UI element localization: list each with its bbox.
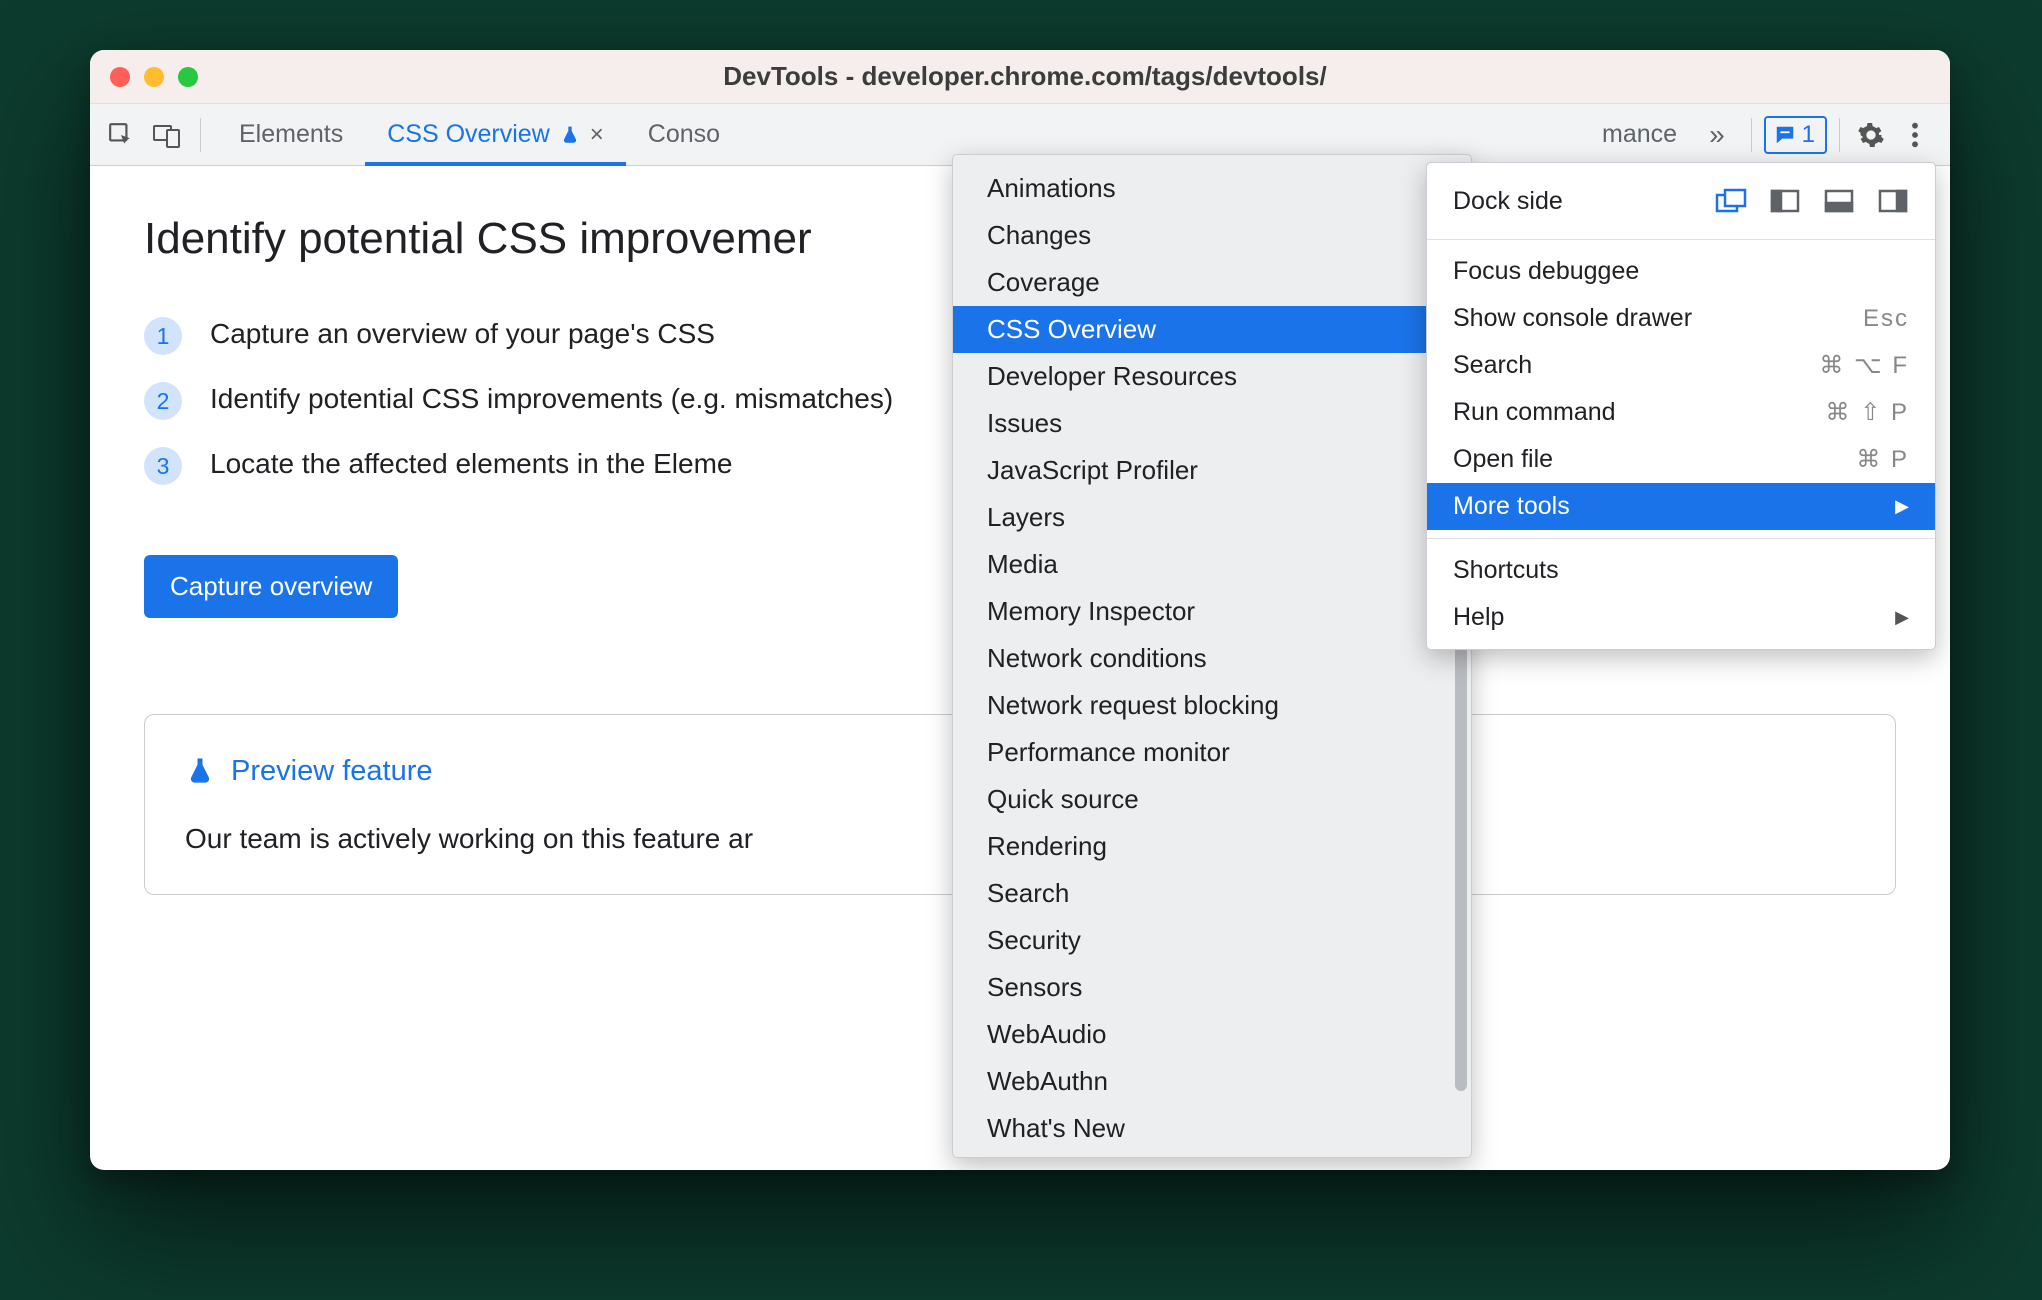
menu-item[interactable]: Run command⌘ ⇧ P (1427, 389, 1935, 436)
menu-item[interactable]: Open file⌘ P (1427, 436, 1935, 483)
menu-item[interactable]: Show console drawerEsc (1427, 295, 1935, 342)
submenu-item[interactable]: Coverage (953, 259, 1453, 306)
submenu-item[interactable]: Animations (953, 165, 1453, 212)
submenu-item[interactable]: Network conditions (953, 635, 1453, 682)
window-title: DevTools - developer.chrome.com/tags/dev… (198, 61, 1930, 92)
traffic-lights (110, 67, 198, 87)
tab-console[interactable]: Conso (626, 104, 742, 165)
titlebar: DevTools - developer.chrome.com/tags/dev… (90, 50, 1950, 104)
device-toggle-icon[interactable] (148, 116, 186, 154)
settings-gear-icon[interactable] (1852, 116, 1890, 154)
dock-undock-icon[interactable] (1711, 185, 1751, 217)
submenu-item[interactable]: Rendering (953, 823, 1453, 870)
menu-item[interactable]: Focus debuggee (1427, 248, 1935, 295)
submenu-item[interactable]: Sensors (953, 964, 1453, 1011)
dock-left-icon[interactable] (1765, 185, 1805, 217)
tab-css-overview[interactable]: CSS Overview × (365, 104, 626, 165)
issues-badge[interactable]: 1 (1764, 116, 1827, 154)
close-window-button[interactable] (110, 67, 130, 87)
devtools-window: DevTools - developer.chrome.com/tags/dev… (90, 50, 1950, 1170)
kebab-menu-icon[interactable] (1896, 116, 1934, 154)
capture-overview-button[interactable]: Capture overview (144, 555, 398, 618)
submenu-item[interactable]: Performance monitor (953, 729, 1453, 776)
submenu-item[interactable]: WebAuthn (953, 1058, 1453, 1105)
close-tab-icon[interactable]: × (590, 121, 604, 149)
tab-performance[interactable]: mance (1590, 120, 1689, 149)
dock-side-row: Dock side (1427, 171, 1935, 231)
chevron-right-icon: ▶ (1895, 496, 1909, 517)
submenu-item[interactable]: Media (953, 541, 1453, 588)
chat-icon (1774, 124, 1796, 146)
panel-tabs: Elements CSS Overview × Conso (217, 104, 742, 165)
submenu-item[interactable]: Quick source (953, 776, 1453, 823)
dock-right-icon[interactable] (1873, 185, 1913, 217)
toolbar-divider (1751, 118, 1752, 152)
submenu-item[interactable]: Developer Resources (953, 353, 1453, 400)
settings-dropdown: Dock side Focus debuggeeShow console dra… (1426, 162, 1936, 650)
submenu-item[interactable]: Security (953, 917, 1453, 964)
submenu-item[interactable]: Memory Inspector (953, 588, 1453, 635)
submenu-item[interactable]: Search (953, 870, 1453, 917)
toolbar-divider (200, 118, 201, 152)
menu-item[interactable]: Search⌘ ⌥ F (1427, 342, 1935, 389)
tab-elements[interactable]: Elements (217, 104, 365, 165)
flask-icon (185, 756, 215, 786)
inspect-element-icon[interactable] (102, 116, 140, 154)
menu-item-shortcuts[interactable]: Shortcuts (1427, 547, 1935, 594)
more-tools-submenu: AnimationsChangesCoverageCSS OverviewDev… (952, 154, 1472, 1158)
submenu-item[interactable]: Changes (953, 212, 1453, 259)
submenu-item[interactable]: WebAudio (953, 1011, 1453, 1058)
chevron-right-icon: ▶ (1895, 607, 1909, 628)
submenu-item[interactable]: JavaScript Profiler (953, 447, 1453, 494)
minimize-window-button[interactable] (144, 67, 164, 87)
toolbar-divider (1839, 118, 1840, 152)
submenu-item[interactable]: Issues (953, 400, 1453, 447)
dock-bottom-icon[interactable] (1819, 185, 1859, 217)
more-tabs-icon[interactable]: » (1695, 119, 1739, 151)
flask-icon (560, 125, 580, 145)
submenu-item[interactable]: Network request blocking (953, 682, 1453, 729)
menu-item-more-tools[interactable]: More tools ▶ (1427, 483, 1935, 530)
maximize-window-button[interactable] (178, 67, 198, 87)
submenu-item[interactable]: What's New (953, 1105, 1453, 1147)
submenu-item[interactable]: CSS Overview (953, 306, 1453, 353)
menu-item-help[interactable]: Help ▶ (1427, 594, 1935, 641)
submenu-item[interactable]: Layers (953, 494, 1453, 541)
